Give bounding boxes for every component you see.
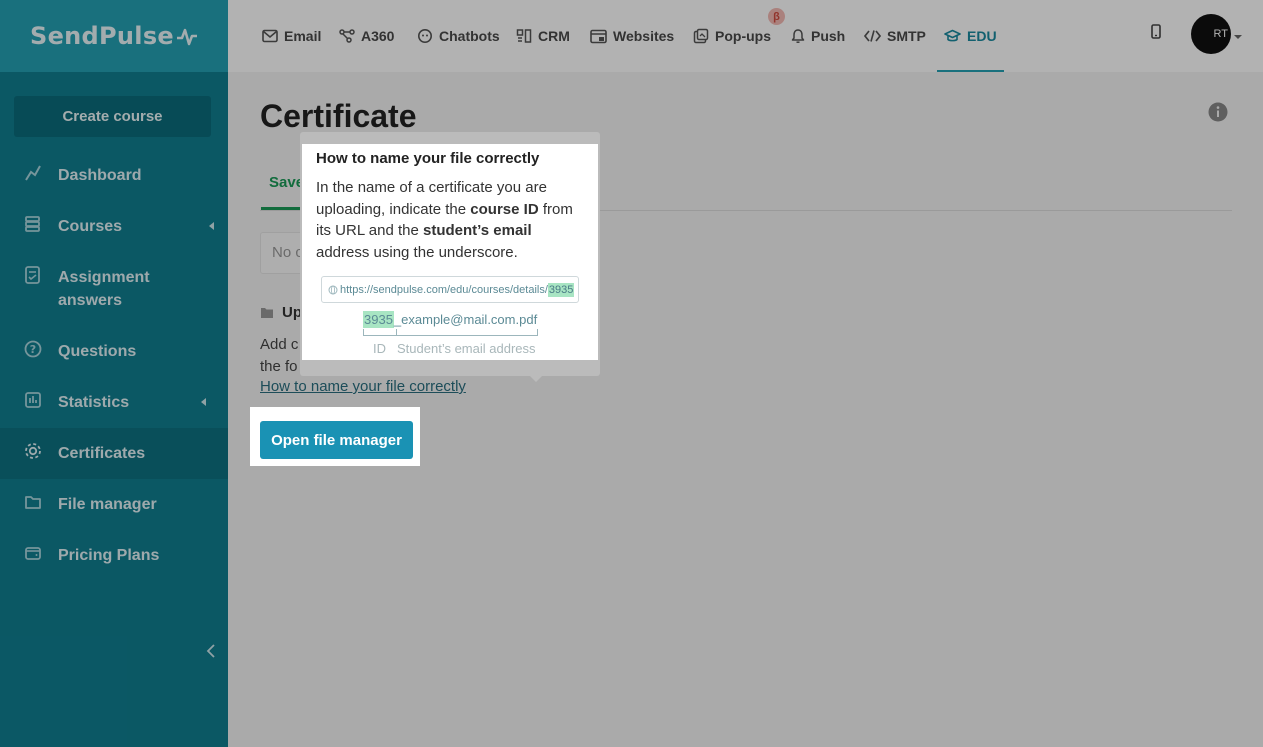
globe-icon <box>328 285 338 294</box>
topnav-label: SMTP <box>887 28 926 44</box>
crm-icon <box>516 29 532 43</box>
envelope-icon <box>262 29 278 43</box>
sidebar-item-label: Courses <box>58 218 123 235</box>
topnav-crm[interactable]: CRM <box>516 0 570 72</box>
sidebar-item-statistics[interactable]: Statistics <box>0 377 228 428</box>
url-prefix: https://sendpulse.com/edu/courses/detail… <box>340 283 548 296</box>
upload-heading: Up <box>260 304 302 321</box>
sidebar-item-label: Certificates <box>58 445 146 462</box>
topnav-popups[interactable]: Pop-ups <box>693 0 771 72</box>
example-url-box: https://sendpulse.com/edu/courses/detail… <box>321 276 579 303</box>
how-to-name-link[interactable]: How to name your file correctly <box>260 378 466 395</box>
sidebar-item-assignment-answers[interactable]: Assignment answers <box>0 252 228 326</box>
stats-icon <box>24 391 42 409</box>
question-circle-icon: ? <box>24 340 42 358</box>
chat-bubble-icon <box>418 29 432 43</box>
gear-badge-icon <box>24 442 42 460</box>
logo-area: SendPulse <box>0 0 228 72</box>
caption-email: Student’s email address <box>397 341 536 356</box>
checklist-icon <box>24 266 42 284</box>
open-file-manager-button[interactable]: Open file manager <box>260 421 413 459</box>
stack-icon <box>24 215 42 233</box>
mobile-app-button[interactable] <box>1150 24 1162 45</box>
topnav-push[interactable]: Push <box>791 0 845 72</box>
folder-icon <box>24 493 42 511</box>
example-filename: 3935_example@mail.com.pdf <box>363 311 538 328</box>
avatar-initials: RT <box>1213 28 1228 40</box>
url-course-id: 3935 <box>547 282 575 297</box>
sidebar-item-questions[interactable]: ? Questions <box>0 326 228 377</box>
topnav-websites[interactable]: Websites <box>590 0 674 72</box>
popover-bold-email: student’s email <box>423 222 532 239</box>
chart-line-icon <box>24 164 42 182</box>
folder-icon <box>261 308 273 318</box>
id-bracket <box>363 329 397 336</box>
upload-title: Up <box>282 304 302 321</box>
chevron-left-icon <box>206 644 215 658</box>
popup-icon <box>693 28 709 44</box>
collapse-sidebar-button[interactable] <box>204 642 218 660</box>
chevron-down-icon[interactable] <box>1234 35 1242 39</box>
wallet-icon <box>24 544 42 562</box>
caption-id: ID <box>373 341 386 356</box>
topnav-label: Chatbots <box>439 28 500 44</box>
topnav-label: Email <box>284 28 322 44</box>
sidebar-item-label: Pricing Plans <box>58 547 160 564</box>
caret-left-icon <box>201 397 206 406</box>
naming-help-popover: How to name your file correctly In the n… <box>302 144 598 360</box>
top-navigation: Email A360 Chatbots CRM Websites Pop-ups… <box>228 0 1263 73</box>
svg-text:?: ? <box>30 343 36 356</box>
logo-text: SendPulse <box>30 22 174 50</box>
topnav-label: A360 <box>361 28 395 44</box>
topnav-label: Websites <box>613 28 675 44</box>
topnav-label: CRM <box>538 28 570 44</box>
email-bracket <box>397 329 538 336</box>
topnav-label: Pop-ups <box>715 28 771 44</box>
popover-body: In the name of a certificate you are upl… <box>316 177 584 263</box>
avatar[interactable]: RT <box>1191 14 1231 54</box>
sidebar-item-label: File manager <box>58 496 157 513</box>
sidebar-item-label: Questions <box>58 343 137 360</box>
sidebar-item-pricing-plans[interactable]: Pricing Plans <box>0 530 228 581</box>
sendpulse-logo[interactable]: SendPulse <box>30 22 198 50</box>
website-icon <box>590 29 607 43</box>
code-icon <box>864 30 881 42</box>
tab-saved[interactable]: Save <box>261 170 304 210</box>
filename-id: 3935 <box>363 311 394 328</box>
popover-title: How to name your file correctly <box>316 150 540 167</box>
tour-highlight: Open file manager <box>250 407 420 466</box>
sidebar-item-label: Dashboard <box>58 167 142 184</box>
flow-icon <box>339 29 355 43</box>
popover-text: address using the underscore. <box>316 243 518 261</box>
topnav-label: Push <box>811 28 846 44</box>
phone-icon <box>1151 24 1161 39</box>
page-title: Certificate <box>260 98 417 134</box>
topnav-edu[interactable]: EDU <box>944 0 997 72</box>
bell-icon <box>791 29 805 43</box>
sidebar-item-label: Assignment answers <box>58 269 150 309</box>
topnav-smtp[interactable]: SMTP <box>864 0 926 72</box>
info-button[interactable] <box>1208 102 1228 127</box>
sidebar-item-label: Statistics <box>58 394 130 411</box>
filename-rest: _example@mail.com.pdf <box>393 312 538 327</box>
graduation-cap-icon <box>944 29 961 42</box>
popover-bold-course-id: course ID <box>470 200 539 218</box>
topnav-email[interactable]: Email <box>262 0 321 72</box>
pulse-icon <box>177 28 197 46</box>
sidebar-nav: Dashboard Courses Assignment answers ? Q… <box>0 150 228 581</box>
sidebar-item-certificates[interactable]: Certificates <box>0 428 228 479</box>
sidebar-item-dashboard[interactable]: Dashboard <box>0 150 228 201</box>
sidebar: SendPulse Create course Dashboard Course… <box>0 0 228 747</box>
topnav-a360[interactable]: A360 <box>339 0 394 72</box>
topnav-chatbots[interactable]: Chatbots <box>417 0 500 72</box>
popover-arrow <box>529 375 543 382</box>
info-icon <box>1208 102 1228 122</box>
beta-badge: β <box>768 8 785 25</box>
sidebar-item-file-manager[interactable]: File manager <box>0 479 228 530</box>
sidebar-item-courses[interactable]: Courses <box>0 201 228 252</box>
caret-left-icon <box>209 221 214 230</box>
topnav-label: EDU <box>967 28 997 44</box>
create-course-button[interactable]: Create course <box>14 96 211 137</box>
